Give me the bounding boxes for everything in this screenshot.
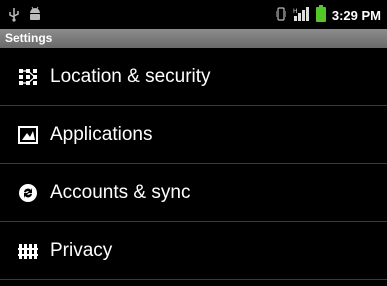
vibrate-icon <box>275 6 287 26</box>
status-bar-system: H 3:29 PM <box>275 5 381 26</box>
title-bar: Settings <box>0 29 387 48</box>
settings-item-location-security[interactable]: Location & security <box>0 48 387 106</box>
usb-icon <box>8 6 20 26</box>
svg-text:H: H <box>293 8 298 15</box>
android-debug-icon <box>28 6 42 26</box>
settings-item-label: Location & security <box>50 65 211 87</box>
settings-item-accounts-sync[interactable]: Accounts & sync <box>0 164 387 222</box>
status-bar: H 3:29 PM <box>0 0 387 29</box>
status-bar-notifications <box>8 6 42 26</box>
accounts-sync-icon <box>18 183 38 203</box>
settings-item-label: Accounts & sync <box>50 181 191 203</box>
applications-icon <box>18 125 38 145</box>
settings-item-applications[interactable]: Applications <box>0 106 387 164</box>
page-title: Settings <box>5 31 53 45</box>
location-security-icon <box>18 67 38 87</box>
battery-icon <box>315 5 326 26</box>
settings-item-privacy[interactable]: Privacy <box>0 222 387 280</box>
hspa-signal-icon: H <box>292 6 310 26</box>
privacy-icon <box>18 241 38 261</box>
settings-item-label: Privacy <box>50 239 113 261</box>
settings-list: Location & security Applications Account… <box>0 48 387 280</box>
settings-item-label: Applications <box>50 123 153 145</box>
status-time: 3:29 PM <box>331 8 381 23</box>
